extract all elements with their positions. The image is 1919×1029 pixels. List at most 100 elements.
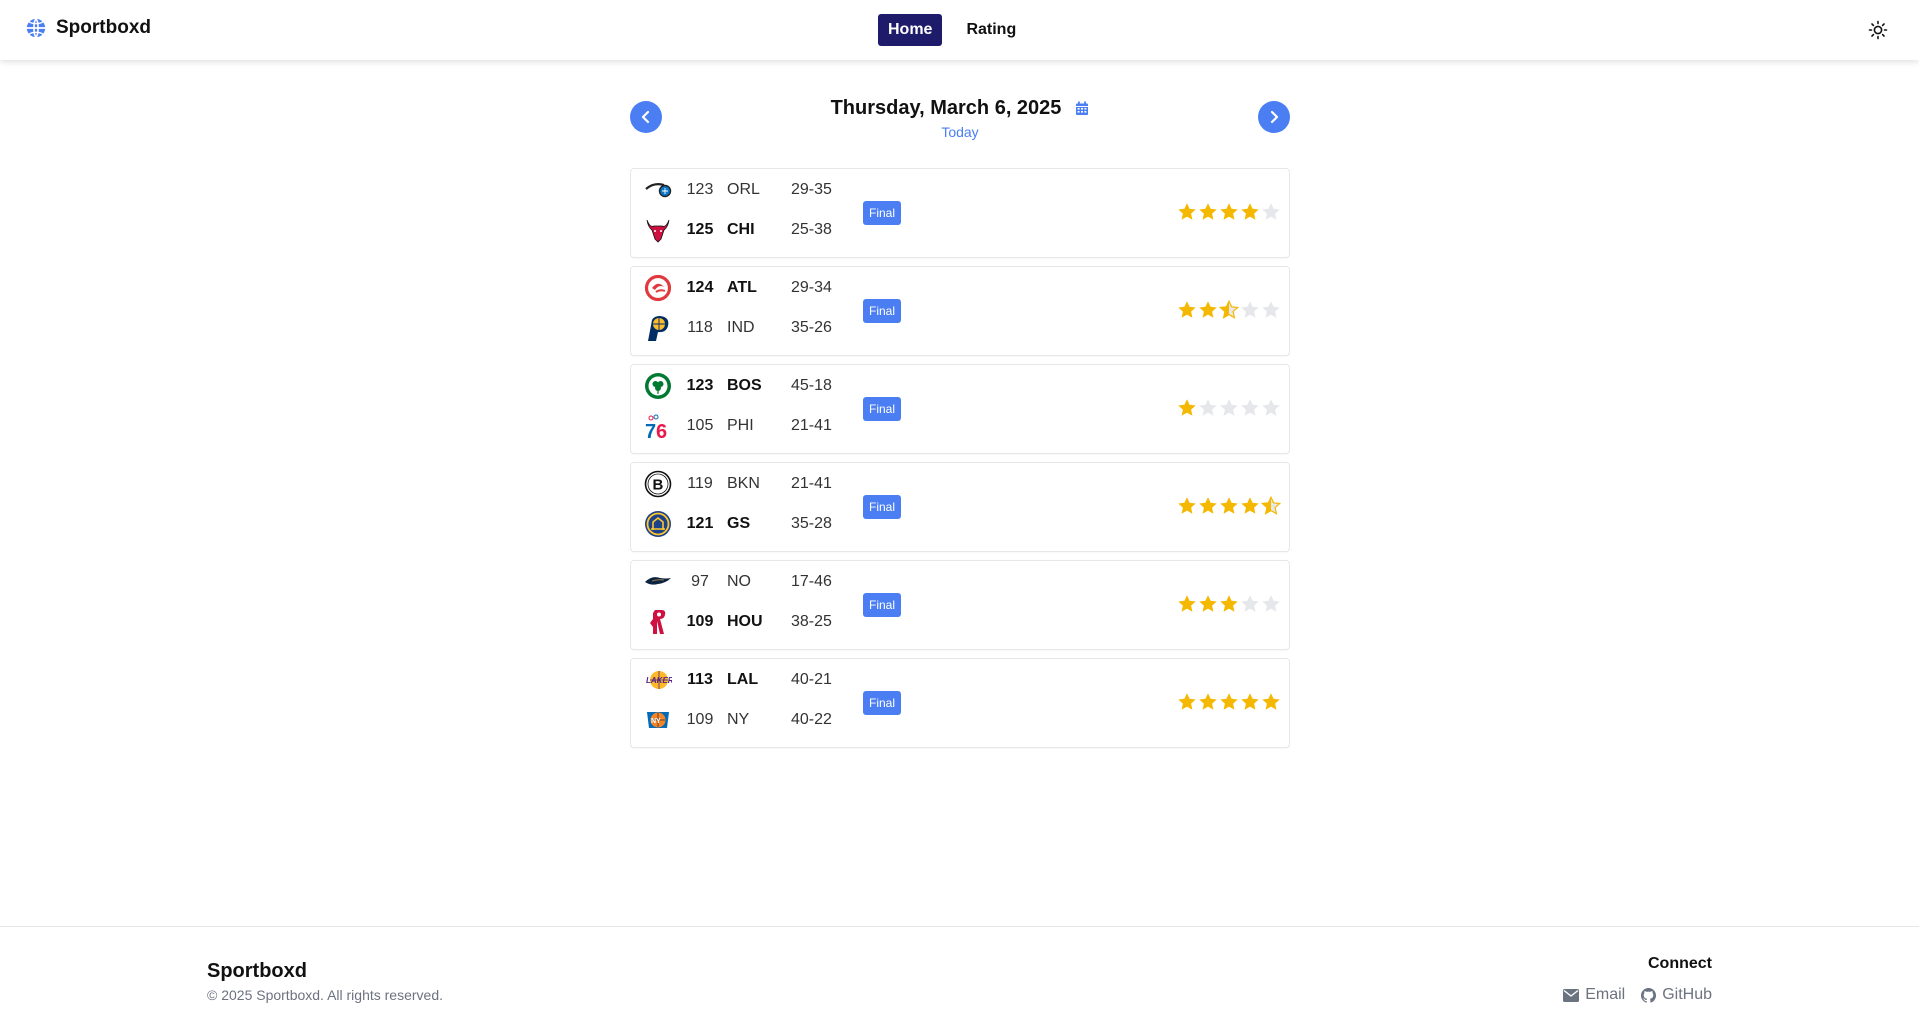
team-row-home: 125 CHI 25-38 — [643, 215, 851, 245]
calendar-icon[interactable] — [1075, 101, 1089, 116]
next-day-button[interactable] — [1258, 101, 1290, 133]
footer-links: Email GitHub — [1563, 986, 1712, 1004]
main-nav: Home Rating — [878, 14, 1026, 46]
star-filled-icon[interactable] — [1177, 594, 1197, 614]
team-record: 29-34 — [791, 279, 832, 296]
nav-home-button[interactable]: Home — [878, 14, 943, 46]
team-abbreviation: HOU — [727, 613, 763, 630]
star-filled-icon[interactable] — [1219, 202, 1239, 222]
star-empty-icon[interactable] — [1240, 300, 1260, 320]
team-record: 21-41 — [791, 417, 832, 434]
game-status-badge: Final — [863, 397, 902, 421]
star-rating[interactable] — [1177, 398, 1281, 418]
team-score: 123 — [686, 377, 714, 394]
date-display: Thursday, March 6, 2025 Today — [630, 97, 1290, 140]
team-score: 119 — [687, 475, 713, 492]
star-filled-icon[interactable] — [1240, 692, 1260, 712]
sun-icon[interactable] — [1868, 20, 1888, 40]
today-label: Today — [941, 124, 979, 140]
svg-text:7: 7 — [645, 421, 656, 440]
game-status-badge: Final — [863, 495, 902, 519]
star-filled-icon[interactable] — [1177, 300, 1197, 320]
star-filled-icon[interactable] — [1240, 496, 1260, 516]
star-empty-icon[interactable] — [1219, 398, 1239, 418]
star-empty-icon[interactable] — [1240, 398, 1260, 418]
team-abbreviation: NY — [727, 711, 750, 728]
team-abbreviation: ATL — [727, 279, 757, 296]
star-empty-icon[interactable] — [1261, 398, 1281, 418]
star-filled-icon[interactable] — [1198, 202, 1218, 222]
warriors-logo-icon — [643, 509, 673, 539]
footer-brand: Sportboxd — [207, 960, 307, 982]
star-half-icon[interactable] — [1219, 300, 1239, 320]
star-rating[interactable] — [1177, 692, 1281, 712]
team-row-away: 124 ATL 29-34 — [643, 273, 851, 303]
star-filled-icon[interactable] — [1198, 594, 1218, 614]
star-half-icon[interactable] — [1261, 496, 1281, 516]
star-empty-icon[interactable] — [1261, 594, 1281, 614]
lakers-logo-icon: LAKERS — [643, 665, 673, 695]
team-score: 124 — [686, 279, 714, 296]
star-filled-icon[interactable] — [1198, 496, 1218, 516]
game-status-badge: Final — [863, 201, 902, 225]
star-filled-icon[interactable] — [1219, 496, 1239, 516]
star-filled-icon[interactable] — [1177, 398, 1197, 418]
svg-text:B: B — [653, 477, 664, 494]
current-date: Thursday, March 6, 2025 — [830, 97, 1062, 119]
star-filled-icon[interactable] — [1177, 692, 1197, 712]
footer: Sportboxd © 2025 Sportboxd. All rights r… — [0, 926, 1919, 1029]
star-rating[interactable] — [1177, 594, 1281, 614]
team-row-away: B 119 BKN 21-41 — [643, 469, 851, 499]
game-card[interactable]: 123 ORL 29-35 125 CHI 25-38 Final — [630, 168, 1290, 258]
game-card[interactable]: 124 ATL 29-34 118 IND 35-26 Final — [630, 266, 1290, 356]
brand-name: Sportboxd — [56, 17, 151, 38]
brand-link[interactable]: Sportboxd — [25, 17, 151, 39]
github-link-label: GitHub — [1662, 986, 1712, 1003]
team-record: 40-21 — [791, 671, 832, 688]
star-filled-icon[interactable] — [1240, 202, 1260, 222]
bulls-logo-icon — [643, 215, 673, 245]
game-card[interactable]: 123 BOS 45-18 76 105 PHI 21-41 Final — [630, 364, 1290, 454]
team-abbreviation: GS — [727, 515, 751, 532]
star-filled-icon[interactable] — [1177, 202, 1197, 222]
team-abbreviation: LAL — [727, 671, 759, 688]
team-row-home: NY 109 NY 40-22 — [643, 705, 851, 735]
email-link[interactable]: Email — [1563, 986, 1625, 1004]
game-card[interactable]: LAKERS 113 LAL 40-21 NY 109 NY 40-22 Fin… — [630, 658, 1290, 748]
footer-connect-heading: Connect — [1648, 955, 1712, 972]
nav-rating-button[interactable]: Rating — [956, 14, 1026, 46]
date-navigator: Thursday, March 6, 2025 Today — [630, 95, 1290, 145]
game-status-badge: Final — [863, 691, 902, 715]
star-filled-icon[interactable] — [1198, 692, 1218, 712]
team-abbreviation: BKN — [727, 475, 760, 492]
footer-copyright: © 2025 Sportboxd. All rights reserved. — [207, 987, 443, 1003]
team-record: 35-28 — [791, 515, 832, 532]
games-list: 123 ORL 29-35 125 CHI 25-38 Final 124 AT… — [630, 168, 1290, 756]
star-rating[interactable] — [1177, 300, 1281, 320]
star-filled-icon[interactable] — [1219, 692, 1239, 712]
star-empty-icon[interactable] — [1240, 594, 1260, 614]
star-filled-icon[interactable] — [1261, 692, 1281, 712]
star-filled-icon[interactable] — [1219, 594, 1239, 614]
star-empty-icon[interactable] — [1261, 202, 1281, 222]
team-score: 123 — [686, 181, 714, 198]
game-card[interactable]: B 119 BKN 21-41 121 GS 35-28 Final — [630, 462, 1290, 552]
star-filled-icon[interactable] — [1198, 300, 1218, 320]
star-filled-icon[interactable] — [1177, 496, 1197, 516]
game-status-badge: Final — [863, 593, 902, 617]
star-rating[interactable] — [1177, 202, 1281, 222]
star-empty-icon[interactable] — [1198, 398, 1218, 418]
envelope-icon — [1563, 988, 1580, 1002]
svg-text:LAKERS: LAKERS — [646, 676, 672, 685]
team-row-away: 97 NO 17-46 — [643, 567, 851, 597]
team-row-home: 76 105 PHI 21-41 — [643, 411, 851, 441]
team-abbreviation: NO — [727, 573, 751, 590]
github-link[interactable]: GitHub — [1641, 986, 1712, 1004]
star-empty-icon[interactable] — [1261, 300, 1281, 320]
team-abbreviation: ORL — [727, 181, 760, 198]
game-card[interactable]: 97 NO 17-46 109 HOU 38-25 Final — [630, 560, 1290, 650]
chevron-right-icon — [1270, 110, 1279, 124]
team-row-home: 109 HOU 38-25 — [643, 607, 851, 637]
pacers-logo-icon — [643, 313, 673, 343]
star-rating[interactable] — [1177, 496, 1281, 516]
